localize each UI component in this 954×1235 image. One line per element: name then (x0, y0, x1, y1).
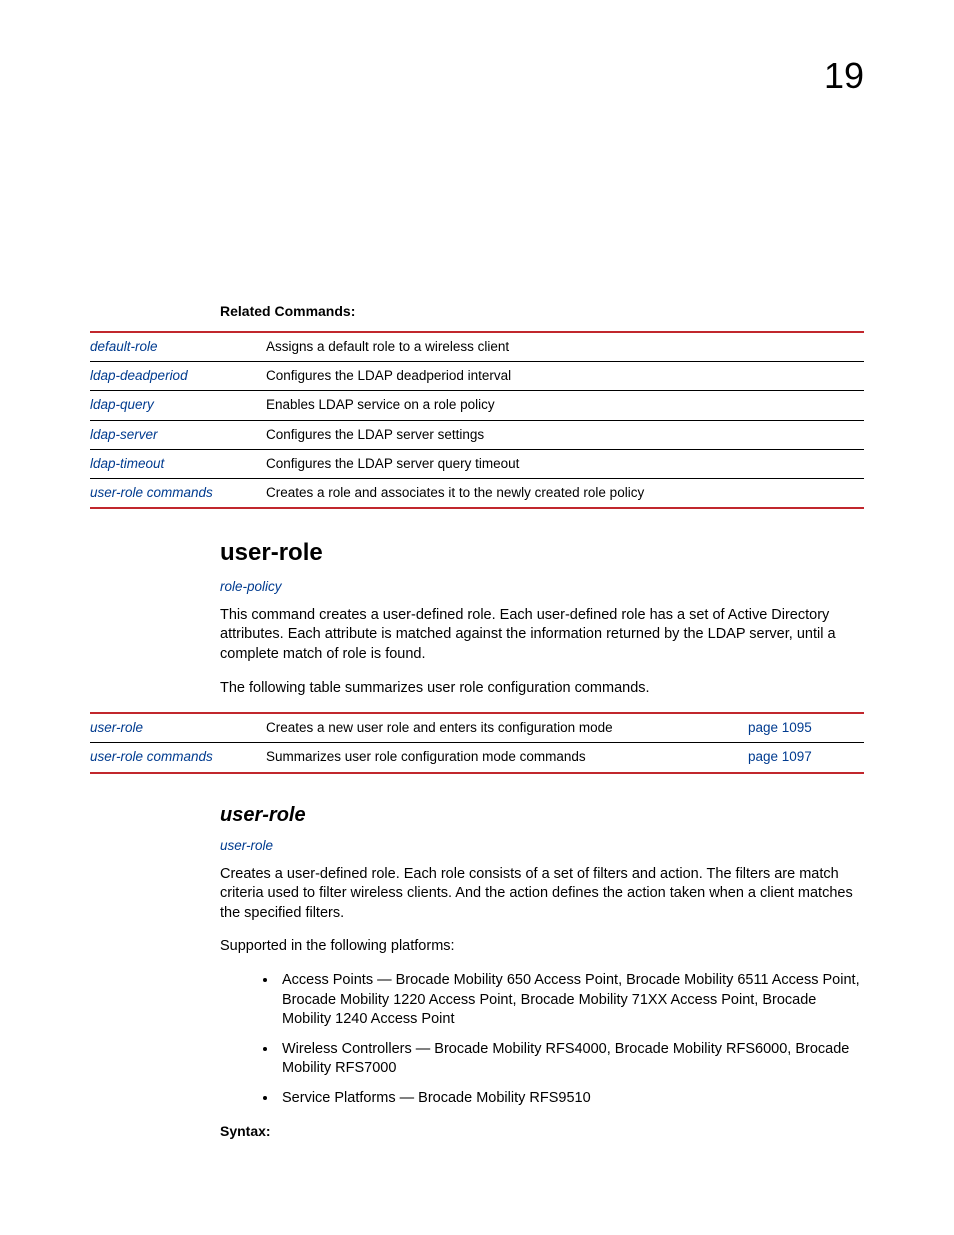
related-commands-heading: Related Commands: (220, 302, 864, 321)
user-role-sub-para1: Creates a user-defined role. Each role c… (220, 865, 864, 924)
table-row: ldap-query Enables LDAP service on a rol… (90, 391, 864, 420)
syntax-label: Syntax: (220, 1122, 864, 1141)
cmd-desc: Enables LDAP service on a role policy (266, 391, 864, 420)
page-link[interactable]: page 1097 (748, 749, 812, 764)
list-item: Wireless Controllers — Brocade Mobility … (278, 1040, 864, 1079)
cmd-desc: Assigns a default role to a wireless cli… (266, 332, 864, 362)
user-role-heading: user-role (220, 537, 864, 569)
platform-list: Access Points — Brocade Mobility 650 Acc… (220, 971, 864, 1108)
cmd-desc: Creates a new user role and enters its c… (266, 713, 748, 743)
cmd-link[interactable]: ldap-deadperiod (90, 367, 250, 385)
list-item: Service Platforms — Brocade Mobility RFS… (278, 1089, 864, 1109)
table-row: user-role commands Creates a role and as… (90, 478, 864, 508)
page-number: 19 (824, 52, 864, 101)
page-container: 19 Related Commands: default-role Assign… (0, 0, 954, 1235)
cmd-link[interactable]: user-role commands (90, 484, 250, 502)
related-commands-table: default-role Assigns a default role to a… (90, 331, 864, 509)
table-row: default-role Assigns a default role to a… (90, 332, 864, 362)
cmd-desc: Summarizes user role configuration mode … (266, 743, 748, 773)
cmd-link[interactable]: user-role commands (90, 748, 250, 766)
cmd-link[interactable]: ldap-timeout (90, 455, 250, 473)
cmd-desc: Configures the LDAP server query timeout (266, 449, 864, 478)
user-role-xref[interactable]: user-role (220, 837, 864, 855)
table-row: ldap-deadperiod Configures the LDAP dead… (90, 362, 864, 391)
user-role-summary-table: user-role Creates a new user role and en… (90, 712, 864, 773)
user-role-para2: The following table summarizes user role… (220, 679, 864, 699)
cmd-desc: Configures the LDAP deadperiod interval (266, 362, 864, 391)
user-role-para1: This command creates a user-defined role… (220, 606, 864, 665)
page-link[interactable]: page 1095 (748, 720, 812, 735)
cmd-link[interactable]: default-role (90, 338, 250, 356)
cmd-desc: Configures the LDAP server settings (266, 420, 864, 449)
cmd-link[interactable]: ldap-server (90, 426, 250, 444)
table-row: ldap-server Configures the LDAP server s… (90, 420, 864, 449)
table-row: user-role commands Summarizes user role … (90, 743, 864, 773)
role-policy-xref[interactable]: role-policy (220, 578, 864, 596)
cmd-desc: Creates a role and associates it to the … (266, 478, 864, 508)
user-role-sub-para2: Supported in the following platforms: (220, 937, 864, 957)
content-area: Related Commands: default-role Assigns a… (90, 302, 864, 1141)
cmd-link[interactable]: ldap-query (90, 396, 250, 414)
list-item: Access Points — Brocade Mobility 650 Acc… (278, 971, 864, 1030)
cmd-link[interactable]: user-role (90, 719, 250, 737)
table-row: ldap-timeout Configures the LDAP server … (90, 449, 864, 478)
table-row: user-role Creates a new user role and en… (90, 713, 864, 743)
user-role-subheading: user-role (220, 802, 864, 829)
